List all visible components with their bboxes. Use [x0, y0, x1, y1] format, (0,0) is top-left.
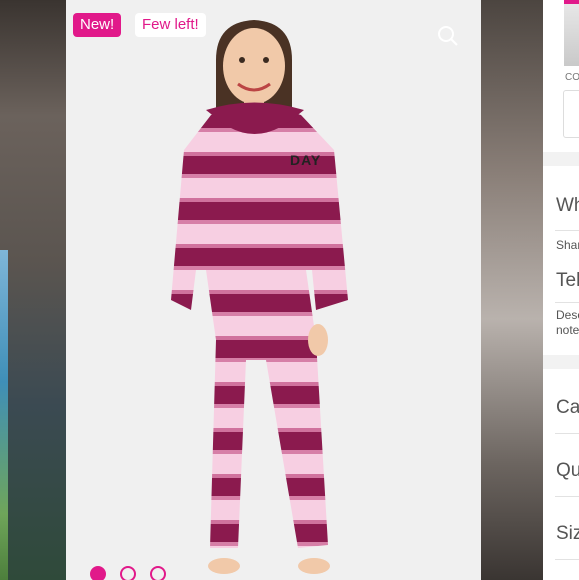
graphic-print-text: DAY	[290, 152, 322, 168]
section-divider	[543, 152, 579, 166]
carousel-dot-2[interactable]	[120, 566, 136, 580]
thumbnail-box[interactable]	[563, 90, 579, 138]
new-badge: New!	[73, 13, 122, 37]
product-details-panel: CO Wh Shar Tel Desc note Ca Qu Siz	[543, 0, 579, 580]
description-text-2: note	[556, 323, 579, 337]
blurred-backdrop-right	[481, 0, 543, 580]
field-1-label[interactable]: Ca	[556, 397, 579, 419]
blurred-backdrop-left	[0, 0, 66, 580]
thumbnail-label: CO	[565, 72, 579, 83]
thumbnail-image[interactable]	[564, 0, 579, 66]
section-divider	[543, 355, 579, 369]
thumbnail-selected-marker	[564, 0, 579, 4]
product-image-card[interactable]: DAY New! Few left!	[66, 0, 481, 580]
share-label[interactable]: Shar	[556, 238, 579, 253]
backdrop-edge	[0, 250, 8, 580]
carousel-dot-3[interactable]	[150, 566, 166, 580]
divider-line	[555, 559, 579, 560]
field-3-label[interactable]: Siz	[556, 523, 579, 545]
divider-line	[555, 496, 579, 497]
product-photo	[171, 20, 348, 574]
few-left-badge: Few left!	[135, 13, 206, 37]
section-heading: Wh	[556, 195, 579, 216]
divider-line	[555, 230, 579, 231]
carousel-dot-1[interactable]	[90, 566, 106, 580]
search-icon[interactable]	[437, 25, 459, 47]
field-heading[interactable]: Tel	[556, 270, 579, 292]
carousel-dots	[90, 566, 166, 580]
divider-line	[555, 302, 579, 303]
divider-line	[555, 433, 579, 434]
description-text-1: Desc	[556, 308, 579, 322]
field-2-label[interactable]: Qu	[556, 460, 579, 482]
